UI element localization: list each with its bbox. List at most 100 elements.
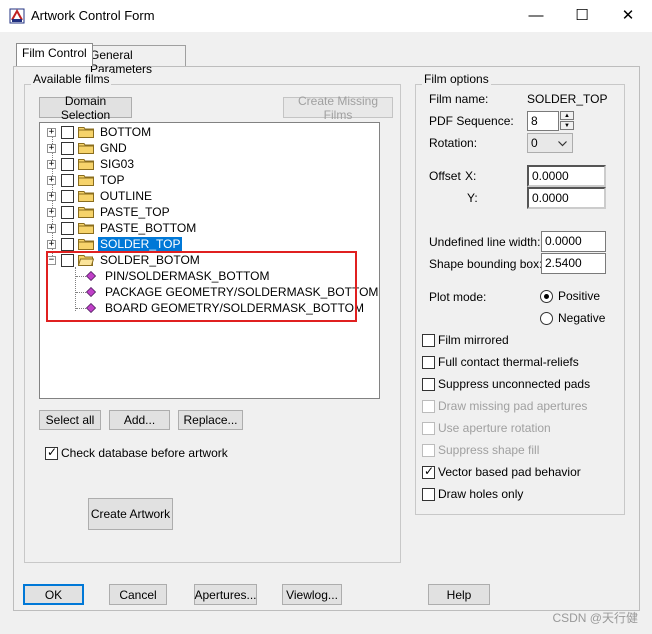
- film-tree-item[interactable]: + PASTE_BOTTOM: [47, 220, 198, 236]
- expand-icon[interactable]: +: [47, 191, 56, 201]
- negative-radio[interactable]: Negative: [540, 311, 605, 325]
- film-option-label: Suppress unconnected pads: [438, 377, 591, 391]
- expand-icon[interactable]: +: [47, 143, 56, 153]
- film-name-value: SOLDER_TOP: [527, 92, 608, 106]
- film-checkbox[interactable]: [61, 157, 74, 171]
- film-option-label: Suppress shape fill: [438, 443, 540, 457]
- cancel-button[interactable]: Cancel: [109, 584, 167, 605]
- undefined-line-width-input[interactable]: 0.0000: [541, 231, 606, 252]
- film-tree-item[interactable]: + BOTTOM: [47, 124, 153, 140]
- film-label: TOP: [100, 173, 125, 187]
- film-label: BOTTOM: [100, 125, 152, 139]
- window-title: Artwork Control Form: [31, 8, 155, 23]
- tab-film-control[interactable]: Film Control: [16, 43, 93, 66]
- film-label: OUTLINE: [100, 189, 153, 203]
- expand-icon[interactable]: +: [47, 159, 56, 169]
- minimize-button[interactable]: —: [513, 0, 559, 32]
- help-button[interactable]: Help: [428, 584, 490, 605]
- film-tree-item[interactable]: + SIG03: [47, 156, 136, 172]
- checkmark-icon: ✓: [47, 444, 58, 459]
- domain-selection-button[interactable]: Domain Selection: [39, 94, 132, 122]
- folder-icon: [78, 238, 98, 250]
- plot-mode-label: Plot mode:: [429, 290, 487, 304]
- positive-radio[interactable]: Positive: [540, 289, 600, 303]
- negative-label: Negative: [558, 311, 606, 325]
- watermark-text: CSDN @天行健: [552, 611, 638, 625]
- folder-icon: [78, 174, 98, 186]
- folder-icon: [78, 190, 98, 202]
- create-missing-films-button: Create Missing Films: [283, 94, 393, 122]
- film-tree-item[interactable]: + PASTE_TOP: [47, 204, 172, 220]
- tab-general-parameters[interactable]: General Parameters: [84, 45, 186, 76]
- expand-icon[interactable]: +: [47, 175, 56, 185]
- negative-radio-circle[interactable]: [540, 311, 553, 325]
- film-option-box[interactable]: [422, 377, 435, 391]
- apertures-button[interactable]: Apertures...: [194, 584, 257, 605]
- film-option-label: Film mirrored: [438, 333, 509, 347]
- expand-icon[interactable]: +: [47, 207, 56, 217]
- folder-icon: [78, 142, 98, 154]
- offset-x-label: X:: [465, 169, 477, 183]
- annotation-highlight-box: [46, 251, 357, 322]
- film-option-box[interactable]: [422, 333, 435, 347]
- film-option-box[interactable]: ✓: [422, 464, 435, 479]
- viewlog-button[interactable]: Viewlog...: [282, 584, 342, 605]
- replace-button[interactable]: Replace...: [178, 410, 243, 430]
- undefined-line-width-label: Undefined line width:: [429, 235, 541, 249]
- expand-icon[interactable]: +: [47, 239, 56, 249]
- expand-icon[interactable]: +: [47, 223, 56, 233]
- positive-label: Positive: [558, 289, 601, 303]
- film-tree-item[interactable]: + OUTLINE: [47, 188, 154, 204]
- film-checkbox[interactable]: [61, 237, 74, 251]
- film-checkbox[interactable]: [61, 125, 74, 139]
- film-tree-item[interactable]: + SOLDER_TOP: [47, 236, 183, 252]
- film-checkbox[interactable]: [61, 173, 74, 187]
- film-label: PASTE_BOTTOM: [100, 221, 197, 235]
- film-tree-item[interactable]: + TOP: [47, 172, 126, 188]
- create-artwork-button[interactable]: Create Artwork: [88, 498, 173, 530]
- spin-up-icon[interactable]: ▲: [560, 111, 574, 120]
- film-tree-item[interactable]: + GND: [47, 140, 129, 156]
- film-checkbox[interactable]: [61, 205, 74, 219]
- film-label: GND: [100, 141, 127, 155]
- offset-x-input[interactable]: 0.0000: [527, 165, 606, 187]
- film-option-label: Draw missing pad apertures: [438, 399, 588, 413]
- film-option-box[interactable]: [422, 487, 435, 501]
- maximize-button[interactable]: ☐: [559, 0, 605, 32]
- positive-radio-circle[interactable]: [540, 289, 553, 303]
- film-option-checkbox[interactable]: Full contact thermal-reliefs: [422, 355, 579, 369]
- film-option-checkbox: Draw missing pad apertures: [422, 399, 587, 413]
- film-option-checkbox[interactable]: Draw holes only: [422, 487, 523, 501]
- film-option-box: [422, 443, 435, 457]
- film-checkbox[interactable]: [61, 189, 74, 203]
- ok-button[interactable]: OK: [23, 584, 84, 605]
- film-option-label: Use aperture rotation: [438, 421, 551, 435]
- offset-y-input[interactable]: 0.0000: [527, 187, 606, 209]
- pdf-sequence-input[interactable]: 8: [527, 111, 559, 131]
- film-label: SOLDER_TOP: [98, 237, 183, 251]
- check-database-checkbox[interactable]: ✓ Check database before artwork: [45, 444, 228, 460]
- film-option-checkbox[interactable]: Suppress unconnected pads: [422, 377, 590, 391]
- film-checkbox[interactable]: [61, 141, 74, 155]
- folder-icon: [78, 222, 98, 234]
- film-option-box: [422, 399, 435, 413]
- film-option-label: Vector based pad behavior: [438, 465, 581, 479]
- check-database-box[interactable]: ✓: [45, 444, 58, 460]
- add-button[interactable]: Add...: [109, 410, 170, 430]
- film-option-checkbox: Suppress shape fill: [422, 443, 539, 457]
- rotation-select[interactable]: 0: [527, 133, 573, 153]
- film-option-checkbox[interactable]: Film mirrored: [422, 333, 509, 347]
- shape-bounding-box-input[interactable]: 2.5400: [541, 253, 606, 274]
- film-checkbox[interactable]: [61, 221, 74, 235]
- film-label: PASTE_TOP: [100, 205, 170, 219]
- film-option-label: Full contact thermal-reliefs: [438, 355, 579, 369]
- folder-icon: [78, 158, 98, 170]
- film-option-checkbox[interactable]: ✓ Vector based pad behavior: [422, 464, 581, 479]
- select-all-button[interactable]: Select all: [39, 410, 101, 430]
- pdf-sequence-label: PDF Sequence:: [429, 114, 514, 128]
- close-button[interactable]: ✕: [605, 0, 651, 32]
- film-option-box[interactable]: [422, 355, 435, 369]
- film-option-box: [422, 421, 435, 435]
- expand-icon[interactable]: +: [47, 127, 56, 137]
- spin-down-icon[interactable]: ▼: [560, 121, 574, 130]
